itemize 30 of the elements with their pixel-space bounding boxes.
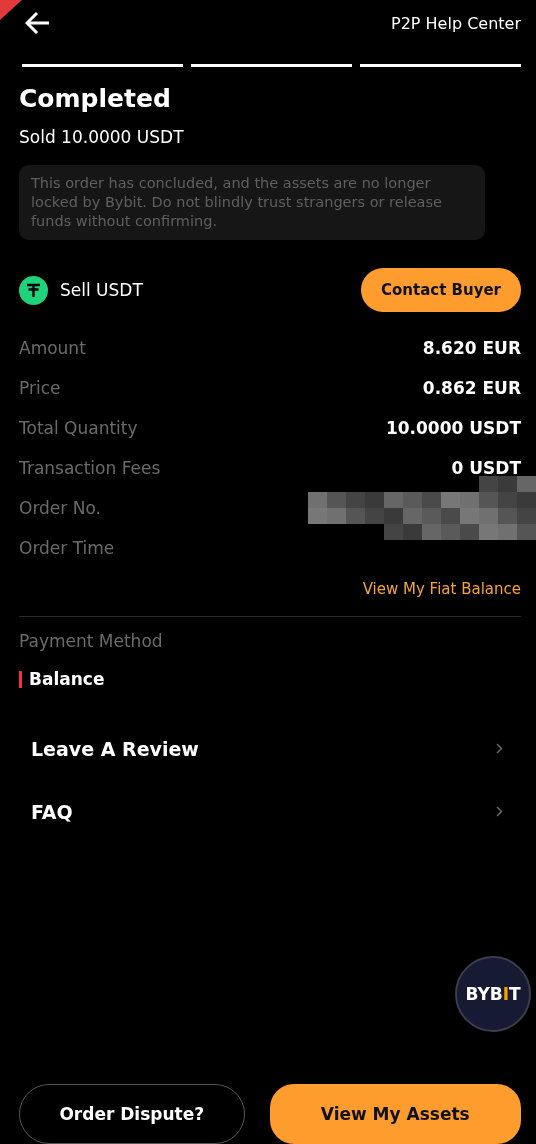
menu-item[interactable]: Leave A Review [19,717,521,780]
notice-text: This order has concluded, and the assets are no longer locked by Bybit. Do not blindly trust strangers or release funds without confirming. [19,165,485,240]
view-assets-button[interactable]: View My Assets [269,1084,521,1144]
fiat-balance-link[interactable]: View My Fiat Balance [362,580,521,598]
chevron-right-icon [496,743,503,754]
payment-method-value: Balance [29,669,105,689]
status-title: Completed [19,84,172,113]
menu-item[interactable]: FAQ [19,780,521,843]
detail-label: Total Quantity [19,418,138,438]
detail-label: Transaction Fees [19,458,161,478]
detail-value: 10.0000 USDT [385,418,521,438]
detail-value: 0 USDT [451,458,521,478]
method-marker [19,670,22,688]
payment-method-label: Payment Method [19,631,164,651]
chevron-right-icon [496,806,503,817]
corner-ribbon-icon [0,0,22,20]
help-center-link[interactable]: P2P Help Center [391,13,521,33]
detail-label: Amount [19,338,86,358]
detail-label: Price [19,378,61,398]
back-arrow-icon[interactable] [25,11,51,35]
detail-value: 0.862 EUR [422,378,521,398]
detail-label: Order No. [19,498,101,518]
order-dispute-button[interactable]: Order Dispute? [19,1084,245,1144]
tether-coin-icon [19,275,48,305]
trade-label: Sell USDT [60,280,143,300]
detail-value: 8.620 EUR [422,338,521,358]
order-summary: Sold 10.0000 USDT [19,127,185,147]
contact-buyer-button[interactable]: Contact Buyer [360,268,521,312]
bybit-logo[interactable]: BYBIT [455,956,531,1032]
detail-label: Order Time [19,538,115,558]
